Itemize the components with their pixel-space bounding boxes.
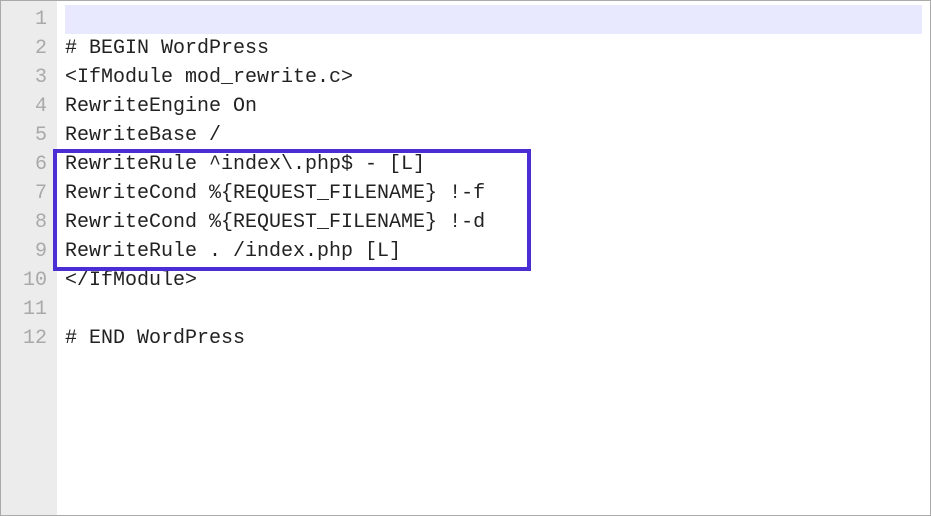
- line-number: 1: [5, 5, 47, 34]
- code-line[interactable]: [65, 295, 922, 324]
- code-line[interactable]: [65, 5, 922, 34]
- line-number-gutter: 1 2 3 4 5 6 7 8 9 10 11 12: [1, 1, 57, 515]
- code-line[interactable]: RewriteRule ^index\.php$ - [L]: [65, 150, 922, 179]
- code-line[interactable]: </IfModule>: [65, 266, 922, 295]
- line-number: 5: [5, 121, 47, 150]
- code-line[interactable]: RewriteCond %{REQUEST_FILENAME} !-f: [65, 179, 922, 208]
- line-number: 9: [5, 237, 47, 266]
- line-number: 4: [5, 92, 47, 121]
- code-line[interactable]: RewriteRule . /index.php [L]: [65, 237, 922, 266]
- line-number: 2: [5, 34, 47, 63]
- line-number: 6: [5, 150, 47, 179]
- code-line[interactable]: # END WordPress: [65, 324, 922, 353]
- code-line[interactable]: RewriteBase /: [65, 121, 922, 150]
- code-area[interactable]: # BEGIN WordPress <IfModule mod_rewrite.…: [57, 1, 930, 515]
- line-number: 10: [5, 266, 47, 295]
- line-number: 8: [5, 208, 47, 237]
- code-line[interactable]: RewriteCond %{REQUEST_FILENAME} !-d: [65, 208, 922, 237]
- line-number: 7: [5, 179, 47, 208]
- line-number: 12: [5, 324, 47, 353]
- line-number: 11: [5, 295, 47, 324]
- code-line[interactable]: RewriteEngine On: [65, 92, 922, 121]
- code-line[interactable]: <IfModule mod_rewrite.c>: [65, 63, 922, 92]
- code-editor[interactable]: 1 2 3 4 5 6 7 8 9 10 11 12 # BEGIN WordP…: [1, 1, 930, 515]
- code-line[interactable]: # BEGIN WordPress: [65, 34, 922, 63]
- line-number: 3: [5, 63, 47, 92]
